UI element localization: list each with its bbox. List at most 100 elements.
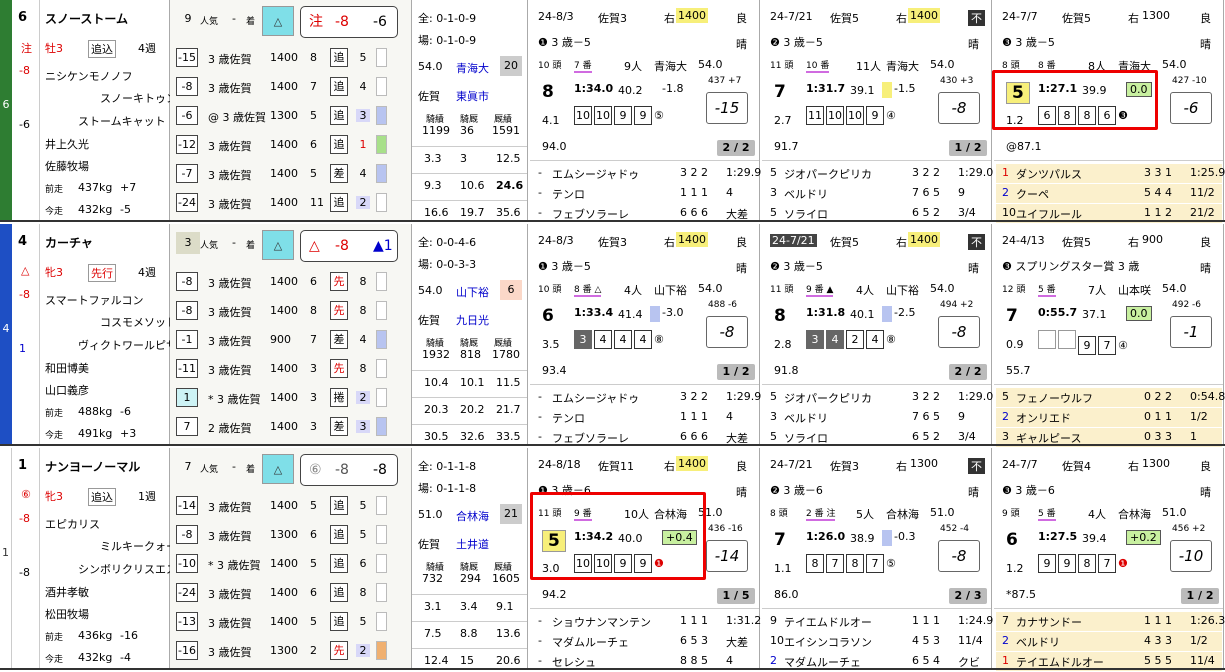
rec-score[interactable]: -8 <box>176 525 198 544</box>
mark-teal-box[interactable]: △ <box>262 454 294 484</box>
rec-score[interactable]: -7 <box>176 164 198 183</box>
mark-b: -8 <box>373 462 387 478</box>
rec-score[interactable]: -13 <box>176 612 198 631</box>
corner-positions: 9987❶ <box>1038 554 1128 573</box>
rec-score[interactable]: -8 <box>176 77 198 96</box>
past-race[interactable]: 24-7/21 佐賀3 右 1300 不 ❷ 3 歳－6 晴 8 頭 2 番 注 5人 合林海 51.… <box>762 448 993 670</box>
rec-score[interactable]: 7 <box>176 417 198 436</box>
finisher-name[interactable]: ダンツパルス <box>1016 166 1082 182</box>
corner-box: 10 <box>826 106 844 125</box>
finisher-name[interactable]: エイシンコラソン <box>784 634 872 650</box>
past-race[interactable]: 24-7/21 佐賀5 右 1400 不 ❷ 3 歳－5 晴 11 頭9 番 ▲ 4人 山下裕 54… <box>762 224 993 446</box>
mark-teal-box[interactable]: △ <box>262 230 294 260</box>
finisher-name[interactable]: テイエムドルオー <box>1016 654 1104 670</box>
finisher-name[interactable]: テイエムドルオー <box>784 614 872 630</box>
horse-name[interactable]: カーチャ <box>45 234 93 251</box>
time-diff: +0.2 <box>1126 530 1161 545</box>
horse-info[interactable]: カーチャ 牝3 先行 4週 スマートファルコン コスモメソッド ヴィクトワールピサ 和田博美山… <box>40 224 177 444</box>
sub-value: 1.1 <box>774 562 792 575</box>
finisher-name[interactable]: セレシュ <box>552 654 596 670</box>
finisher-name[interactable]: ジオパークピリカ <box>784 390 872 406</box>
finisher-name[interactable]: オンリエド <box>1016 410 1071 426</box>
trainer-name[interactable]: 東眞市 <box>456 88 489 104</box>
finisher-name[interactable]: エムシージャドゥ <box>552 390 639 406</box>
record-all: 全: 0-0-4-6 <box>418 236 477 249</box>
mark-teal-box[interactable]: △ <box>262 6 294 36</box>
rec-score[interactable]: -6 <box>176 106 198 125</box>
finisher-name[interactable]: ベルドリ <box>1016 634 1060 650</box>
rec-gate: 5 <box>310 557 317 570</box>
jockey-name[interactable]: 青海大 <box>456 60 489 76</box>
rec-score[interactable]: -24 <box>176 583 198 602</box>
rec-score[interactable]: -14 <box>176 496 198 515</box>
trainer-name[interactable]: 土井道 <box>456 536 489 552</box>
finisher-name[interactable]: フェブソラーレ <box>552 206 629 222</box>
mark-box: △ -8 ▲1 <box>300 230 398 262</box>
horse-row[interactable]: 4 4 △ -8 1 カーチャ 牝3 先行 4週 スマートファルコン コスモメソッド ヴィクトワールピ… <box>0 224 1225 447</box>
weather: 晴 <box>1200 486 1211 499</box>
finisher-name[interactable]: マダムルーチェ <box>784 654 861 670</box>
horse-row[interactable]: 6 6 注 -8 -6 スノーストーム 牡3 追込 4週 ニシケンモノノフ スノーキトゥン ストームキ… <box>0 0 1225 223</box>
finisher-corners: 3 2 2 <box>680 166 708 179</box>
finisher-name[interactable]: テンロ <box>552 186 585 202</box>
finisher-name[interactable]: クーペ <box>1016 186 1049 202</box>
divider <box>762 160 991 161</box>
rec-score[interactable]: 1 <box>176 388 198 407</box>
past-race[interactable]: 24-8/3 佐賀3 右 1400 良 ❶ 3 歳－5 晴 10 頭 8 番 △ 4人 山下裕 54.… <box>530 224 761 446</box>
past-race[interactable]: 24-7/7 佐賀5 右 1300 良 ❸ 3 歳－5 晴 8 頭8 番 8人 青海大 54.0 5 1… <box>992 0 1225 223</box>
rec-score[interactable]: -12 <box>176 135 198 154</box>
rec-score[interactable]: -10 <box>176 554 198 573</box>
rec-style: 差 <box>330 164 348 183</box>
jockey-name[interactable]: 合林海 <box>456 508 489 524</box>
past-race[interactable]: 24-8/3 佐賀3 右 1400 良 ❶ 3 歳－5 晴 10 頭 7 番 9人 青海大 54.0 8… <box>530 0 761 222</box>
finisher-name[interactable]: ギャルピース <box>1016 430 1081 446</box>
corner-box <box>1058 330 1076 349</box>
finisher-num: 5 <box>1002 390 1009 403</box>
weight: 51.0 <box>930 506 955 519</box>
rec-score[interactable]: -11 <box>176 359 198 378</box>
finisher-name[interactable]: フェブソラーレ <box>552 430 629 446</box>
finish-pos: 7 <box>774 530 786 550</box>
finisher-name[interactable]: カナサンドー <box>1016 614 1082 630</box>
past-race[interactable]: 24-8/18 佐賀11 右 1400 良 ❶ 3 歳－6 晴 11 頭9 番 10人 合林海 51… <box>530 448 761 670</box>
finisher-name[interactable]: テンロ <box>552 410 585 426</box>
past-race[interactable]: 24-4/13 佐賀5 右 900 良 ❸ スプリングスター賞 3 歳 晴 12 頭 5 番 7人… <box>994 224 1225 447</box>
rec-score[interactable]: -16 <box>176 641 198 660</box>
rec-score[interactable]: -1 <box>176 330 198 349</box>
horse-row[interactable]: 1 1 ⑥ -8 -8 ナンヨーノーマル 牝3 追込 1週 エピカリス ミルキークォーツ シンボリクリ… <box>0 448 1225 671</box>
horse-name[interactable]: スノーストーム <box>45 10 128 27</box>
n3: 1780 <box>492 348 520 361</box>
sub-value: 2.7 <box>774 114 792 127</box>
rec-score[interactable]: -15 <box>176 48 198 67</box>
horse-info[interactable]: スノーストーム 牡3 追込 4週 ニシケンモノノフ スノーキトゥン ストームキャット 井上久光… <box>40 0 177 220</box>
jockey-name[interactable]: 山下裕 <box>456 284 489 300</box>
finisher-name[interactable]: ベルドリ <box>784 410 828 426</box>
rec-score[interactable]: -8 <box>176 272 198 291</box>
finisher-name[interactable]: ショウナンマンテン <box>552 614 651 630</box>
finisher-name[interactable]: ジオパークピリカ <box>784 166 872 182</box>
finisher-name[interactable]: マダムルーチェ <box>552 634 629 650</box>
finisher-name[interactable]: ソライロ <box>784 206 828 222</box>
rec-score[interactable]: -24 <box>176 193 198 212</box>
finisher-corners: 3 2 2 <box>680 390 708 403</box>
finisher-name[interactable]: エムシージャドゥ <box>552 166 639 182</box>
finisher-time: 1:29.0 <box>958 166 994 179</box>
rec-bar <box>376 135 387 154</box>
horse-info[interactable]: ナンヨーノーマル 牝3 追込 1週 エピカリス ミルキークォーツ シンボリクリスエス 酒井孝敏… <box>40 448 188 668</box>
trainer-name[interactable]: 九日光 <box>456 312 489 328</box>
race-dir: 右 <box>1128 12 1139 25</box>
score-box: -15 <box>706 92 748 124</box>
finisher-name[interactable]: ベルドリ <box>784 186 828 202</box>
rec-score[interactable]: -8 <box>176 301 198 320</box>
past-race[interactable]: 24-7/7 佐賀4 右 1300 良 ❸ 3 歳－6 晴 9 頭 5 番 4人 合林海 51.0 6 1… <box>994 448 1225 671</box>
divider <box>530 384 759 385</box>
finisher-name[interactable]: フェノーウルフ <box>1016 390 1093 406</box>
horse-name[interactable]: ナンヨーノーマル <box>45 458 140 475</box>
rec-class: @ 3 歳佐賀 <box>208 111 266 124</box>
past-race[interactable]: 24-7/21 佐賀5 右 1400 不 ❷ 3 歳－5 晴 11 頭 10 番 11人 青海大 54… <box>762 0 994 222</box>
highlight-box <box>530 492 706 580</box>
finisher-name[interactable]: ソライロ <box>784 430 828 446</box>
finisher-num: 10 <box>1002 206 1016 219</box>
race-date: 24-7/7 <box>1002 458 1038 471</box>
finisher-name[interactable]: ユイフルール <box>1016 206 1082 222</box>
